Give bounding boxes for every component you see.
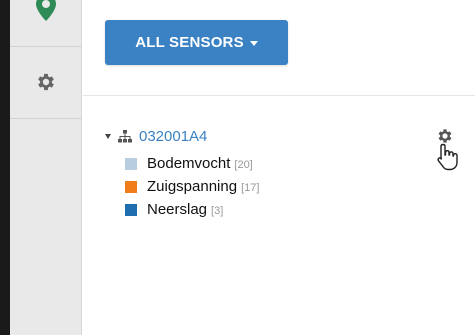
- sidebar-item-settings[interactable]: [10, 52, 82, 112]
- window-edge: [0, 0, 10, 335]
- toolbar: ALL SENSORS: [83, 0, 475, 96]
- color-swatch: [125, 203, 137, 216]
- node-settings-button[interactable]: [428, 124, 468, 174]
- sidebar-item-map[interactable]: [10, 0, 82, 30]
- list-item[interactable]: Bodemvocht [20]: [125, 152, 259, 175]
- sensor-count: [3]: [211, 204, 224, 217]
- sidebar-divider: [10, 46, 82, 47]
- color-swatch: [125, 180, 137, 193]
- list-item[interactable]: Zuigspanning [17]: [125, 175, 259, 198]
- sensor-name: Bodemvocht: [147, 155, 231, 172]
- sensor-name: Neerslag: [147, 201, 208, 218]
- sensor-count: [20]: [234, 158, 253, 171]
- gear-icon: [38, 73, 54, 91]
- tree-node: 032001A4: [105, 126, 207, 146]
- sensor-list: Bodemvocht [20] Zuigspanning [17] Neersl…: [125, 152, 259, 221]
- main-panel: ALL SENSORS 032001A4 Bodemvocht [20] Zui…: [83, 0, 475, 335]
- sidebar: [10, 0, 82, 335]
- sidebar-divider: [10, 118, 82, 119]
- caret-down-icon: [249, 41, 258, 46]
- hand-pointer-cursor-icon: [437, 143, 458, 171]
- sensor-name: Zuigspanning: [147, 178, 238, 195]
- list-item[interactable]: Neerslag [3]: [125, 198, 259, 221]
- caret-down-icon[interactable]: [105, 133, 111, 139]
- color-swatch: [125, 157, 137, 170]
- all-sensors-dropdown-button[interactable]: ALL SENSORS: [105, 20, 288, 65]
- device-link[interactable]: 032001A4: [139, 128, 207, 145]
- network-icon: [118, 129, 132, 142]
- sensor-count: [17]: [241, 181, 260, 194]
- map-marker-icon: [36, 0, 56, 21]
- all-sensors-label: ALL SENSORS: [135, 34, 244, 51]
